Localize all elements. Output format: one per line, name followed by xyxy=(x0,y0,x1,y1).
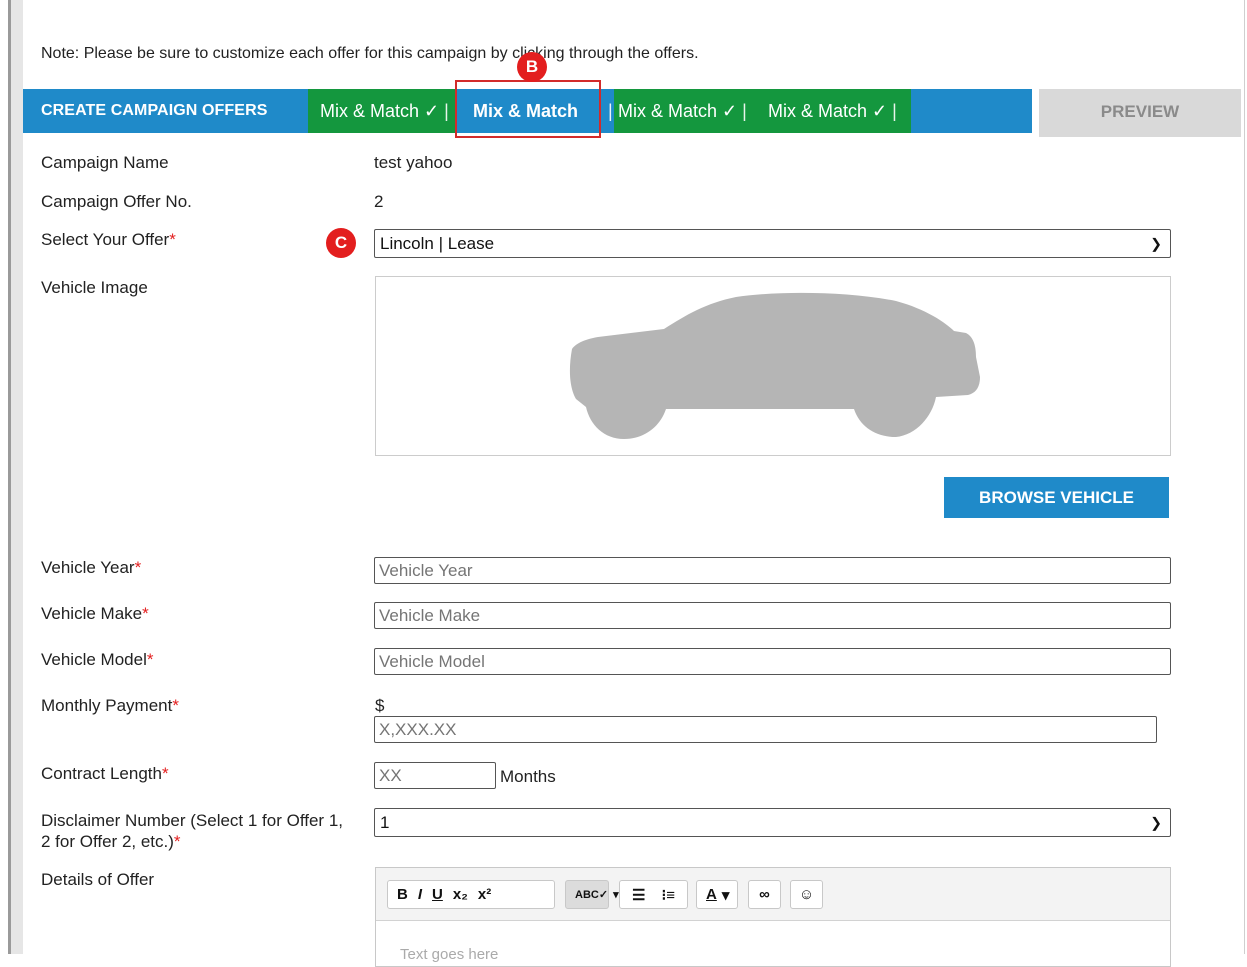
contract-length-input[interactable] xyxy=(374,762,496,789)
underline-button[interactable]: U xyxy=(432,886,443,903)
required-marker: * xyxy=(161,764,169,783)
editor-placeholder[interactable]: Text goes here xyxy=(400,946,498,963)
link-button[interactable]: ∞ xyxy=(748,880,781,909)
vehicle-model-label-text: Vehicle Model xyxy=(41,650,147,669)
tab-label: Mix & Match ✓ xyxy=(320,101,440,121)
tab-separator: | xyxy=(444,101,449,121)
campaign-offer-no-label: Campaign Offer No. xyxy=(41,192,192,211)
disclaimer-label: Disclaimer Number (Select 1 for Offer 1,… xyxy=(41,810,343,852)
smiley-icon: ☺ xyxy=(798,886,815,903)
vehicle-model-label: Vehicle Model* xyxy=(41,650,153,670)
required-marker: * xyxy=(146,650,154,669)
tab-separator: | xyxy=(608,101,613,121)
tab-separator: | xyxy=(742,101,747,121)
disclaimer-label-line2-wrap: 2 for Offer 2, etc.)* xyxy=(41,831,343,852)
list-button-group: ☰ ⁝≡ xyxy=(619,880,688,909)
chevron-down-icon: ▾ xyxy=(613,889,619,901)
rich-text-editor: B I U x₂ x² ABC✓ ▾ ☰ ⁝≡ A ▾ ∞ ☺ Text goes … xyxy=(375,867,1171,967)
currency-symbol: $ xyxy=(375,696,385,715)
vehicle-make-input[interactable] xyxy=(374,602,1171,629)
required-marker: * xyxy=(142,604,149,623)
vehicle-year-input[interactable] xyxy=(374,557,1171,584)
campaign-name-value: test yahoo xyxy=(374,153,453,172)
chevron-down-icon: ▾ xyxy=(721,886,730,904)
select-offer-value: Lincoln | Lease xyxy=(380,234,495,253)
tab-label: Mix & Match ✓ xyxy=(618,101,738,121)
bold-button[interactable]: B xyxy=(397,886,408,903)
vehicle-image-label: Vehicle Image xyxy=(41,278,148,297)
subscript-button[interactable]: x₂ xyxy=(453,886,468,903)
contract-length-label-text: Contract Length xyxy=(41,764,162,783)
select-offer-dropdown[interactable]: Lincoln | Lease ❯ xyxy=(374,229,1171,258)
tab-separator: | xyxy=(892,101,897,121)
contract-length-unit: Months xyxy=(500,767,556,786)
disclaimer-label-line2: 2 for Offer 2, etc.) xyxy=(41,832,174,851)
active-tab-highlight xyxy=(455,80,601,138)
numbered-list-icon[interactable]: ☰ xyxy=(632,886,645,904)
tabbar-title: CREATE CAMPAIGN OFFERS xyxy=(41,102,268,119)
required-marker: * xyxy=(134,558,142,577)
link-icon: ∞ xyxy=(759,886,770,903)
vehicle-make-label: Vehicle Make* xyxy=(41,604,149,624)
note-text: Note: Please be sure to customize each o… xyxy=(41,45,699,62)
required-marker: * xyxy=(169,230,176,249)
spellcheck-icon: ABC✓ xyxy=(575,889,609,901)
monthly-payment-label-text: Monthly Payment xyxy=(41,696,173,715)
select-offer-label: Select Your Offer* xyxy=(41,230,176,250)
editor-toolbar: B I U x₂ x² ABC✓ ▾ ☰ ⁝≡ A ▾ ∞ ☺ xyxy=(376,868,1170,921)
preview-button[interactable]: PREVIEW xyxy=(1039,89,1241,137)
italic-button[interactable]: I xyxy=(418,886,422,903)
contract-length-label: Contract Length* xyxy=(41,764,169,784)
chevron-down-icon: ❯ xyxy=(1150,814,1162,830)
disclaimer-label-line1: Disclaimer Number (Select 1 for Offer 1, xyxy=(41,811,343,830)
select-offer-label-text: Select Your Offer xyxy=(41,230,170,249)
left-gutter xyxy=(11,0,23,954)
font-color-button[interactable]: A ▾ xyxy=(696,880,738,909)
callout-badge-b: B xyxy=(517,52,547,82)
callout-badge-c: C xyxy=(326,228,356,258)
tab-label: Mix & Match ✓ xyxy=(768,101,888,121)
car-silhouette-icon xyxy=(569,292,980,439)
tab-offer-4[interactable]: Mix & Match ✓ | xyxy=(760,89,911,133)
chevron-down-icon: ❯ xyxy=(1150,235,1162,251)
vehicle-year-label: Vehicle Year* xyxy=(41,558,141,578)
campaign-name-label: Campaign Name xyxy=(41,153,169,172)
font-color-icon: A xyxy=(706,886,717,903)
superscript-button[interactable]: x² xyxy=(478,886,491,903)
bulleted-list-icon[interactable]: ⁝≡ xyxy=(661,886,675,904)
required-marker: * xyxy=(172,696,179,715)
tab-offer-1[interactable]: Mix & Match ✓ | xyxy=(308,89,456,133)
monthly-payment-label: Monthly Payment* xyxy=(41,696,179,716)
vehicle-make-label-text: Vehicle Make xyxy=(41,604,143,623)
emoji-button[interactable]: ☺ xyxy=(790,880,823,909)
vehicle-year-label-text: Vehicle Year xyxy=(41,558,135,577)
format-button-group: B I U x₂ x² xyxy=(387,880,555,909)
right-border xyxy=(1244,0,1245,954)
vehicle-model-input[interactable] xyxy=(374,648,1171,675)
disclaimer-number-value: 1 xyxy=(380,813,390,832)
required-marker: * xyxy=(173,832,181,851)
monthly-payment-input[interactable] xyxy=(374,716,1157,743)
spellcheck-button[interactable]: ABC✓ ▾ xyxy=(565,880,619,909)
campaign-offer-no-value: 2 xyxy=(374,192,384,211)
vehicle-image-box xyxy=(375,276,1171,456)
browse-vehicle-button[interactable]: BROWSE VEHICLE xyxy=(944,477,1169,518)
tab-offer-3[interactable]: Mix & Match ✓ | xyxy=(614,89,760,133)
details-of-offer-label: Details of Offer xyxy=(41,870,155,889)
disclaimer-number-dropdown[interactable]: 1 ❯ xyxy=(374,808,1171,837)
